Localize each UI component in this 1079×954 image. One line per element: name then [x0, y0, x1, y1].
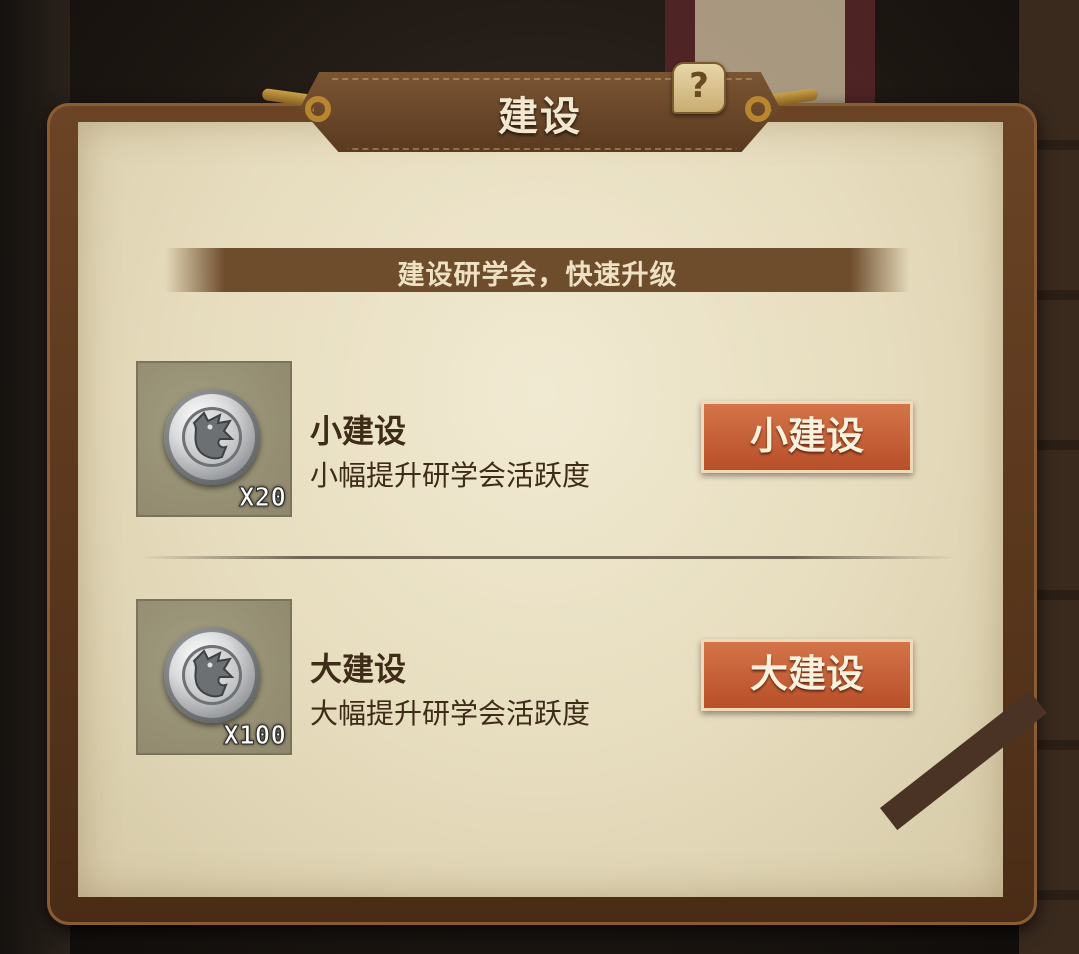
cost-quantity: X20: [239, 483, 287, 514]
silver-wolf-coin-icon: [164, 389, 260, 485]
question-mark-icon: ?: [689, 66, 709, 106]
silver-wolf-coin-icon: [164, 627, 260, 723]
help-button[interactable]: ?: [672, 62, 726, 114]
row-divider: [140, 556, 955, 559]
large-build-item-slot[interactable]: X100: [136, 599, 292, 755]
small-build-item-slot[interactable]: X20: [136, 361, 292, 517]
small-build-button[interactable]: 小建设: [701, 401, 913, 473]
option-description: 小幅提升研学会活跃度: [310, 459, 591, 492]
option-description: 大幅提升研学会活跃度: [310, 697, 591, 730]
cost-quantity: X100: [223, 721, 287, 752]
option-name: 小建设: [310, 412, 407, 450]
large-build-button[interactable]: 大建设: [701, 639, 913, 711]
option-name: 大建设: [310, 650, 407, 688]
subtitle-text: 建设研学会，快速升级: [397, 260, 678, 291]
